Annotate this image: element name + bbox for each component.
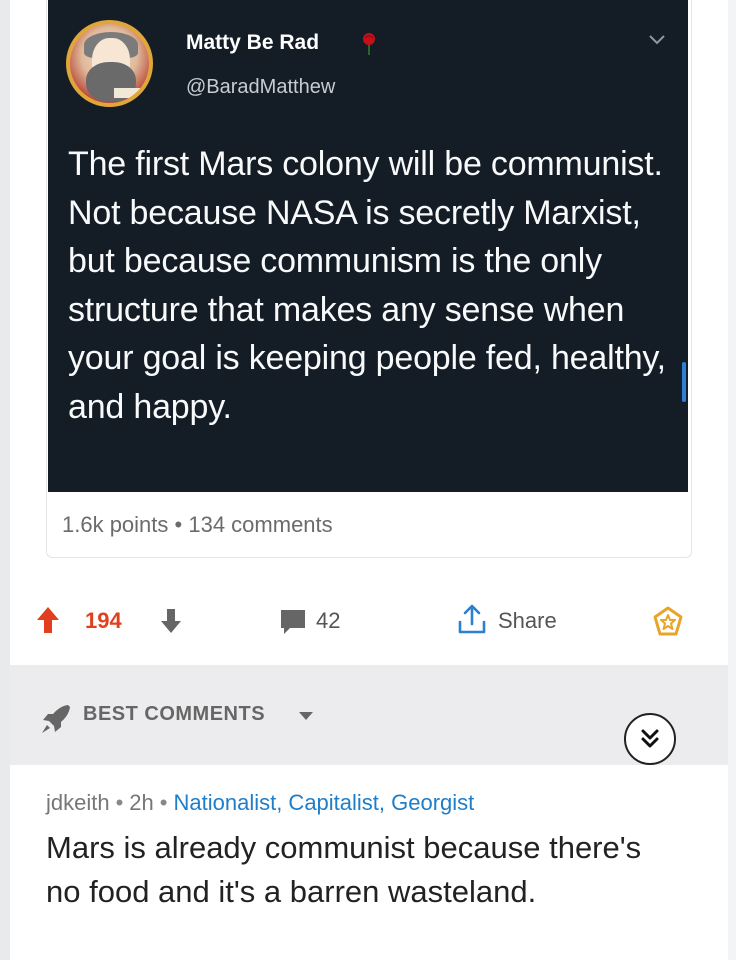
comment-count: 42 bbox=[316, 608, 341, 633]
rose-icon bbox=[363, 33, 375, 55]
comments-count[interactable]: 134 comments bbox=[188, 512, 332, 537]
caret-down-icon[interactable] bbox=[298, 711, 314, 721]
comment-meta: jdkeith • 2h • Nationalist, Capitalist, Geor… bbox=[46, 790, 474, 816]
upvote-count: 194 bbox=[85, 608, 122, 633]
best-comments-bar[interactable]: BEST COMMENTS bbox=[10, 665, 728, 765]
left-edge bbox=[0, 0, 10, 960]
comment-icon[interactable] bbox=[278, 608, 308, 636]
comment-body: Mars is already communist because there'… bbox=[46, 830, 642, 909]
comment-age: 2h bbox=[129, 790, 154, 815]
user-flair: Nationalist, Capitalist, Georgist bbox=[173, 790, 475, 815]
meta-separator: • bbox=[115, 790, 124, 815]
best-comments-label[interactable]: BEST COMMENTS bbox=[83, 703, 265, 726]
rocket-icon bbox=[42, 705, 70, 733]
post-stats: 1.6k points • 134 comments bbox=[62, 512, 333, 538]
double-chevron-down-icon bbox=[641, 729, 659, 748]
downvote-arrow-icon[interactable] bbox=[160, 608, 182, 634]
meta-separator: • bbox=[159, 790, 168, 815]
save-star-icon[interactable] bbox=[650, 604, 686, 640]
share-button[interactable]: Share bbox=[498, 608, 557, 634]
tweet-display-name: Matty Be Rad bbox=[186, 31, 320, 54]
share-icon[interactable] bbox=[455, 602, 489, 636]
comment-author[interactable]: jdkeith bbox=[46, 790, 110, 815]
right-edge bbox=[728, 0, 736, 960]
points-count: 1.6k points bbox=[62, 512, 169, 537]
stats-separator: • bbox=[174, 512, 183, 537]
action-bar: 194 42 Share bbox=[0, 596, 736, 648]
tweet-text: The first Mars colony will be communist.… bbox=[68, 145, 666, 426]
avatar bbox=[66, 20, 153, 107]
collapse-comments-button[interactable] bbox=[624, 713, 676, 765]
tweet-scroll-marker bbox=[682, 362, 686, 402]
chevron-down-icon bbox=[649, 35, 665, 45]
tweet-handle: @BaradMatthew bbox=[186, 76, 336, 98]
tweet-image: Matty Be Rad @BaradMatthew The first Mar… bbox=[48, 0, 688, 492]
upvote-arrow-icon[interactable] bbox=[36, 606, 60, 634]
